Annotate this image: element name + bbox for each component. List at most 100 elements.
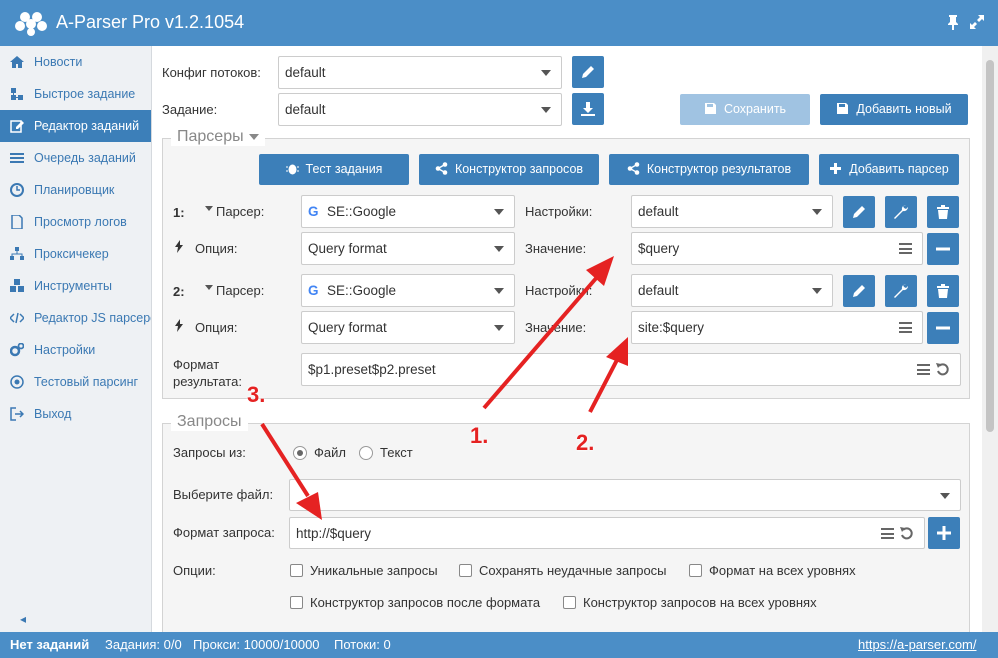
sidebar-item-settings[interactable]: Настройки xyxy=(0,334,151,366)
chevron-down-icon xyxy=(494,325,504,331)
cubes-icon xyxy=(10,279,24,292)
result-format-input[interactable]: $p1.preset$p2.preset xyxy=(301,353,961,386)
menu-icon[interactable] xyxy=(881,528,894,539)
caret-down-icon[interactable] xyxy=(205,285,213,290)
undo-icon[interactable] xyxy=(900,526,914,540)
add-query-format-button[interactable] xyxy=(928,517,960,549)
queries-legend: Запросы xyxy=(171,413,248,431)
edit-icon xyxy=(10,120,24,133)
expand-icon[interactable] xyxy=(968,13,986,31)
sidebar-item-quick-task[interactable]: Быстрое задание xyxy=(0,78,151,110)
option-select[interactable]: Query format xyxy=(301,311,515,344)
task-editor-panel: Конфиг потоков: default Задание: default… xyxy=(152,46,982,632)
trash-icon xyxy=(937,205,949,219)
option-select[interactable]: Query format xyxy=(301,232,515,265)
delete-parser-button[interactable] xyxy=(927,196,959,228)
query-builder-button[interactable]: Конструктор запросов xyxy=(419,154,599,185)
test-task-button[interactable]: Тест задания xyxy=(259,154,409,185)
google-icon: G xyxy=(308,283,319,298)
delete-parser-button[interactable] xyxy=(927,275,959,307)
builder-after-format-checkbox[interactable] xyxy=(290,596,303,609)
result-builder-button[interactable]: Конструктор результатов xyxy=(609,154,809,185)
value-label: Значение: xyxy=(525,320,587,335)
caret-down-icon[interactable] xyxy=(205,206,213,211)
website-link[interactable]: https://a-parser.com/ xyxy=(858,632,977,658)
edit-parser-settings-button[interactable] xyxy=(843,275,875,307)
settings-value: default xyxy=(638,283,679,298)
task-select[interactable]: default xyxy=(278,93,562,126)
value-text: site:$query xyxy=(638,320,705,335)
sidebar-item-test-parsing[interactable]: Тестовый парсинг xyxy=(0,366,151,398)
format-all-levels-checkbox[interactable] xyxy=(689,564,702,577)
sidebar-item-label: Тестовый парсинг xyxy=(34,375,139,389)
parser-tools-button[interactable] xyxy=(885,196,917,228)
home-icon xyxy=(10,56,24,68)
choose-file-select[interactable] xyxy=(289,479,961,511)
app-logo-icon xyxy=(15,12,47,36)
bolt-icon xyxy=(175,240,183,253)
value-input[interactable]: $query xyxy=(631,232,923,265)
add-parser-button[interactable]: Добавить парсер xyxy=(819,154,959,185)
sidebar-item-label: Очередь заданий xyxy=(34,151,136,165)
download-task-button[interactable] xyxy=(572,93,604,125)
sidebar-item-label: Планировщик xyxy=(34,183,115,197)
threads-config-select[interactable]: default xyxy=(278,56,562,89)
scrollbar-thumb[interactable] xyxy=(986,60,994,432)
builder-after-format-label: Конструктор запросов после формата xyxy=(310,595,541,610)
bug-icon xyxy=(285,164,299,175)
chevron-down-icon xyxy=(494,246,504,252)
code-icon xyxy=(10,312,24,324)
menu-icon[interactable] xyxy=(917,364,930,375)
options-label: Опции: xyxy=(173,563,216,578)
menu-icon[interactable] xyxy=(899,243,912,254)
sidebar-item-tools[interactable]: Инструменты xyxy=(0,270,151,302)
sidebar-item-scheduler[interactable]: Планировщик xyxy=(0,174,151,206)
save-button[interactable]: Сохранить xyxy=(680,94,810,125)
radio-file[interactable] xyxy=(293,446,307,460)
sidebar-collapse-icon[interactable]: ◂ xyxy=(20,612,26,626)
sidebar-item-proxy-checker[interactable]: Проксичекер xyxy=(0,238,151,270)
chevron-down-icon xyxy=(494,209,504,215)
scrollbar[interactable] xyxy=(982,46,998,632)
chevron-down-icon xyxy=(541,70,551,76)
task-label: Задание: xyxy=(162,102,218,117)
result-format-label: Формат xyxy=(173,357,220,372)
settings-select[interactable]: default xyxy=(631,195,833,228)
sitemap-icon xyxy=(11,88,23,100)
edit-threads-config-button[interactable] xyxy=(572,56,604,88)
unique-queries-checkbox[interactable] xyxy=(290,564,303,577)
radio-text[interactable] xyxy=(359,446,373,460)
sidebar-item-exit[interactable]: Выход xyxy=(0,398,151,430)
undo-icon[interactable] xyxy=(936,362,950,376)
minus-icon xyxy=(936,326,950,330)
parser-select[interactable]: G SE::Google xyxy=(301,195,515,228)
sidebar-item-task-editor[interactable]: Редактор заданий xyxy=(0,110,151,142)
remove-option-button[interactable] xyxy=(927,312,959,344)
parser-tools-button[interactable] xyxy=(885,275,917,307)
value-input[interactable]: site:$query xyxy=(631,311,923,344)
annotation-3: 3. xyxy=(247,382,266,407)
save-failed-checkbox[interactable] xyxy=(459,564,472,577)
pin-icon[interactable] xyxy=(944,13,962,31)
sidebar-item-label: Просмотр логов xyxy=(34,215,127,229)
parsers-legend[interactable]: Парсеры xyxy=(171,128,265,146)
query-format-label: Формат запроса: xyxy=(173,525,275,540)
sidebar-item-logs[interactable]: Просмотр логов xyxy=(0,206,151,238)
parser-select[interactable]: G SE::Google xyxy=(301,274,515,307)
query-format-input[interactable]: http://$query xyxy=(289,517,925,549)
menu-icon[interactable] xyxy=(899,322,912,333)
status-threads: Потоки: 0 xyxy=(334,637,391,652)
builder-all-levels-checkbox[interactable] xyxy=(563,596,576,609)
add-parser-label: Добавить парсер xyxy=(849,162,949,176)
sign-out-icon xyxy=(10,407,24,421)
sidebar-item-task-queue[interactable]: Очередь заданий xyxy=(0,142,151,174)
remove-option-button[interactable] xyxy=(927,233,959,265)
sidebar-item-news[interactable]: Новости xyxy=(0,46,151,78)
settings-select[interactable]: default xyxy=(631,274,833,307)
edit-parser-settings-button[interactable] xyxy=(843,196,875,228)
add-new-button[interactable]: Добавить новый xyxy=(820,94,968,125)
sidebar-item-js-editor[interactable]: Редактор JS парсеров xyxy=(0,302,151,334)
file-icon xyxy=(11,215,23,229)
status-proxy: Прокси: 10000/10000 xyxy=(193,637,320,652)
query-builder-label: Конструктор запросов xyxy=(454,162,584,176)
